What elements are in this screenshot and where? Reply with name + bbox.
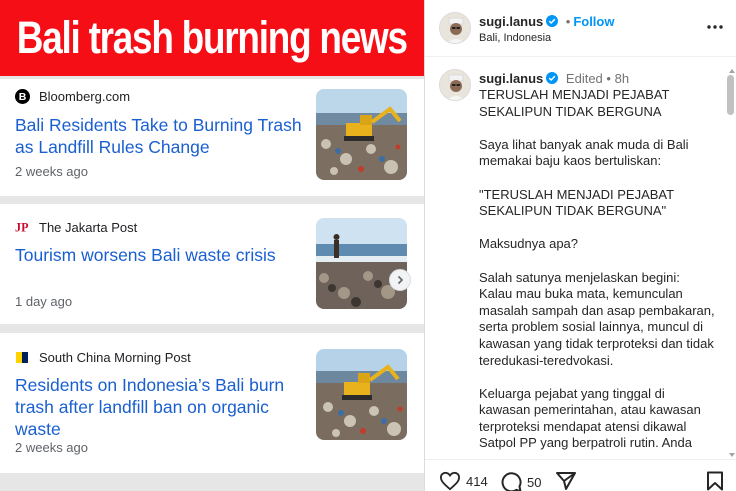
svg-text:JP: JP [15, 221, 29, 235]
person-on-trash-beach-image[interactable] [316, 218, 407, 309]
news-banner: Bali trash burning news [0, 0, 424, 76]
caption-header: sugi.lanus Edited • 8h [479, 71, 629, 86]
edited-label: Edited [565, 71, 603, 86]
post-caption-area[interactable]: sugi.lanus Edited • 8h TERUSLAH MENJADI … [425, 57, 736, 459]
news-headline[interactable]: Bali Residents Take to Burning Trash as … [15, 114, 305, 158]
like-action[interactable]: 414 [439, 471, 488, 491]
like-count: 414 [466, 473, 488, 489]
location[interactable]: Bali, Indonesia [479, 32, 551, 44]
bloomberg-b-icon: B [15, 89, 30, 104]
comment-action[interactable]: 50 [500, 471, 541, 491]
news-headline[interactable]: Tourism worsens Bali waste crisis [15, 244, 305, 266]
scrollbar-thumb[interactable] [727, 75, 734, 115]
heart-icon [439, 471, 461, 491]
post-header: sugi.lanus • Follow Bali, Indonesia [425, 0, 736, 57]
news-source-name: Bloomberg.com [39, 89, 131, 104]
carousel-next-button[interactable] [389, 269, 411, 291]
comment-icon [501, 472, 522, 491]
divider [0, 473, 424, 491]
news-source-name: The Jakarta Post [39, 220, 138, 235]
news-age: 2 weeks ago [15, 164, 88, 179]
header-user-row: sugi.lanus • Follow [479, 13, 614, 31]
bookmark-icon [707, 471, 723, 491]
news-source: JP The Jakarta Post [15, 220, 137, 235]
username[interactable]: sugi.lanus [479, 14, 543, 29]
excavator-landfill-image[interactable] [316, 89, 407, 180]
post-time[interactable]: 8h [615, 71, 629, 86]
separator-dot: • [565, 14, 571, 29]
news-source-name: South China Morning Post [39, 350, 191, 365]
news-card[interactable]: B Bloomberg.com Bali Residents Take to B… [0, 79, 424, 196]
scmp-icon [15, 350, 30, 365]
comment-count: 50 [527, 474, 542, 490]
more-options-icon[interactable] [705, 19, 725, 35]
news-age: 2 weeks ago [15, 440, 88, 455]
news-source: South China Morning Post [15, 350, 191, 365]
news-card[interactable]: South China Morning Post Residents on In… [0, 333, 424, 473]
save-action[interactable] [706, 471, 729, 491]
scroll-down-arrow-icon[interactable] [728, 446, 736, 457]
banner-title: Bali trash burning news [17, 12, 408, 63]
chevron-right-icon [397, 275, 404, 285]
divider [0, 324, 424, 333]
instagram-post-panel: sugi.lanus • Follow Bali, Indonesia sugi.… [424, 0, 736, 491]
verified-badge-icon [546, 72, 559, 84]
news-card[interactable]: JP The Jakarta Post Tourism worsens Bali… [0, 204, 424, 324]
follow-button[interactable]: Follow [573, 14, 614, 29]
caption-username[interactable]: sugi.lanus [479, 71, 543, 86]
svg-text:B: B [19, 91, 27, 103]
avatar[interactable] [439, 69, 471, 101]
share-action[interactable] [555, 471, 582, 491]
post-actions-bar: 414 50 [425, 459, 736, 491]
verified-badge-icon [546, 15, 559, 27]
jakarta-post-jp-icon: JP [15, 220, 30, 235]
news-panel: Bali trash burning news B Bloomberg.com … [0, 0, 424, 491]
news-age: 1 day ago [15, 294, 73, 309]
caption-text: TERUSLAH MENJADI PEJABAT SEKALIPUN TIDAK… [479, 87, 715, 451]
excavator-landfill-image[interactable] [316, 349, 407, 440]
news-source: B Bloomberg.com [15, 89, 130, 104]
avatar[interactable] [439, 12, 471, 44]
scroll-up-arrow-icon[interactable] [728, 62, 736, 73]
divider [0, 196, 424, 204]
separator-dot: • [606, 71, 615, 86]
news-headline[interactable]: Residents on Indonesia’s Bali burn trash… [15, 374, 305, 440]
share-icon [556, 472, 576, 490]
